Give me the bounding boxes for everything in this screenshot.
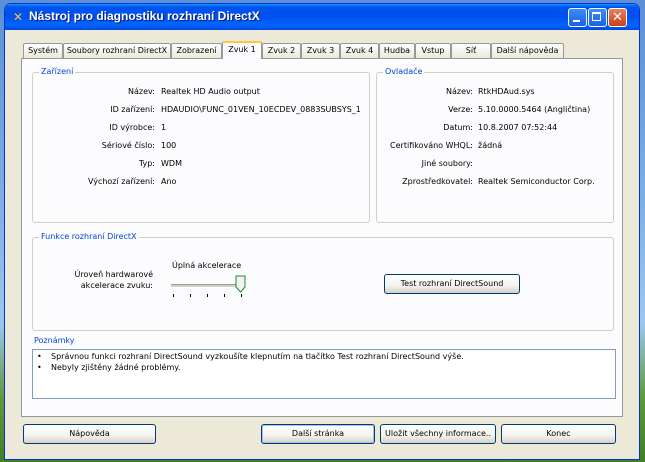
- slider-track: [171, 284, 241, 288]
- provider-value: Realtek Semiconductor Corp.: [478, 177, 595, 186]
- device-name-label: Název:: [128, 87, 155, 96]
- whql-label: Certifikováno WHQL:: [390, 141, 473, 150]
- slider-tick: [207, 294, 208, 297]
- driver-name-label: Název:: [446, 87, 473, 96]
- device-id-value: HDAUDIO\FUNC_01VEN_10ECDEV_0883SUBSYS_1: [161, 105, 361, 114]
- tab-sound-3[interactable]: Zvuk 3: [301, 43, 340, 58]
- tab-sound-4[interactable]: Zvuk 4: [340, 43, 379, 58]
- driver-date-label: Datum:: [443, 123, 473, 132]
- tab-input[interactable]: Vstup: [415, 43, 451, 58]
- maximize-button[interactable]: [588, 8, 607, 27]
- accel-slider[interactable]: [169, 272, 247, 300]
- driver-name-value: RtkHDAud.sys: [478, 87, 535, 96]
- next-page-button[interactable]: Další stránka: [261, 424, 375, 444]
- vendor-id-value: 1: [161, 123, 167, 132]
- tab-music[interactable]: Hudba: [379, 43, 415, 58]
- window-title: Nástroj pro diagnostiku rozhraní DirectX: [29, 9, 260, 23]
- notes-box[interactable]: • Správnou funkci rozhraní DirectSound vy…: [32, 349, 616, 399]
- maximize-icon: [592, 12, 601, 21]
- default-device-label: Výchozí zařízení:: [87, 177, 155, 186]
- accel-label-line2: akcelerace zvuku:: [80, 281, 153, 290]
- provider-label: Zprostředkovatel:: [402, 177, 473, 186]
- driver-group: Ovladače Název: RtkHDAud.sys Verze: 5.10…: [376, 67, 614, 223]
- notes-group-title: Poznámky: [32, 336, 77, 345]
- device-id-label: ID zařízení:: [110, 105, 155, 114]
- minimize-icon: [573, 20, 580, 22]
- serial-number-label: Sériové číslo:: [101, 141, 155, 150]
- driver-date-value: 10.8.2007 07:52:44: [478, 123, 558, 132]
- tab-sound-1[interactable]: Zvuk 1: [222, 41, 262, 59]
- default-device-value: Ano: [161, 177, 177, 186]
- driver-version-label: Verze:: [448, 105, 473, 114]
- driver-group-title: Ovladače: [383, 67, 425, 76]
- note-item: • Správnou funkci rozhraní DirectSound vy…: [37, 352, 464, 361]
- tab-directx-files[interactable]: Soubory rozhraní DirectX: [63, 43, 171, 58]
- slider-tick: [173, 294, 174, 297]
- slider-tick: [190, 294, 191, 297]
- slider-thumb[interactable]: [235, 275, 246, 293]
- tab-sound-2[interactable]: Zvuk 2: [262, 43, 301, 58]
- directx-features-group: Funkce rozhraní DirectX Úroveň hardwarov…: [32, 232, 614, 331]
- title-bar[interactable]: ✕ Nástroj pro diagnostiku rozhraní Direc…: [5, 4, 639, 30]
- tab-display[interactable]: Zobrazení: [171, 43, 222, 58]
- dxdiag-app-icon: ✕: [12, 10, 24, 24]
- tab-network[interactable]: Síť: [451, 43, 491, 58]
- test-directsound-button[interactable]: Test rozhraní DirectSound: [384, 274, 520, 294]
- device-group-title: Zařízení: [39, 67, 76, 76]
- features-group-title: Funkce rozhraní DirectX: [39, 232, 139, 241]
- save-all-info-button[interactable]: Uložit všechny informace..: [380, 424, 496, 444]
- tab-system[interactable]: Systém: [23, 43, 63, 58]
- other-files-label: Jiné soubory:: [421, 159, 473, 168]
- accel-label-line1: Úroveň hardwarové: [74, 270, 153, 279]
- slider-tick: [241, 294, 242, 297]
- tab-more-help[interactable]: Další nápověda: [491, 43, 564, 58]
- driver-version-value: 5.10.0000.5464 (Angličtina): [478, 105, 591, 114]
- tab-panel-sound-1: Zařízení Název: Realtek HD Audio output …: [21, 58, 623, 417]
- close-button[interactable]: ✕: [608, 8, 627, 27]
- vendor-id-label: ID výrobce:: [109, 123, 155, 132]
- dxdiag-window: ✕ Nástroj pro diagnostiku rozhraní Direc…: [4, 3, 640, 460]
- whql-value: žádná: [478, 141, 503, 150]
- slider-tick: [224, 294, 225, 297]
- device-name-value: Realtek HD Audio output: [161, 87, 260, 96]
- device-group: Zařízení Název: Realtek HD Audio output …: [32, 67, 370, 223]
- note-item: • Nebyly zjištěny žádné problémy.: [37, 363, 181, 372]
- help-button[interactable]: Nápověda: [23, 424, 156, 444]
- exit-button[interactable]: Konec: [501, 424, 616, 444]
- type-value: WDM: [161, 159, 182, 168]
- serial-number-value: 100: [161, 141, 177, 150]
- accel-level-value: Úplná akcelerace: [172, 261, 242, 270]
- close-icon: ✕: [612, 10, 623, 25]
- type-label: Typ:: [138, 159, 155, 168]
- minimize-button[interactable]: [568, 8, 587, 27]
